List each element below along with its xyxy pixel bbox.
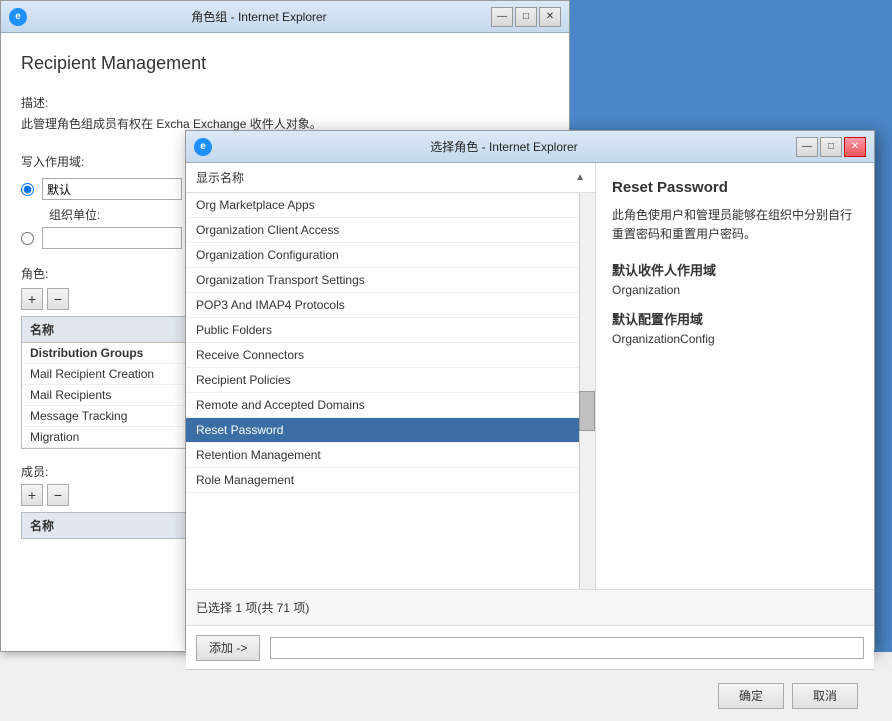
status-bar: 已选择 1 项(共 71 项)	[186, 589, 874, 625]
bg-ie-icon: e	[9, 8, 27, 26]
page-title: Recipient Management	[21, 53, 549, 74]
fg-close-button[interactable]: ✕	[844, 137, 866, 157]
fg-maximize-button[interactable]: □	[820, 137, 842, 157]
remove-member-button[interactable]: −	[47, 484, 69, 506]
list-item-org-config[interactable]: Organization Configuration	[186, 243, 595, 268]
fg-left-panel: 显示名称 ▲ Org Marketplace Apps Organization…	[186, 163, 596, 589]
col-header-label: 显示名称	[196, 169, 575, 186]
list-scrollbar[interactable]	[579, 193, 595, 589]
add-button[interactable]: 添加 ->	[196, 635, 260, 661]
desc-label: 描述:	[21, 94, 549, 111]
list-item-org-marketplace[interactable]: Org Marketplace Apps	[186, 193, 595, 218]
fg-minimize-button[interactable]: —	[796, 137, 818, 157]
fg-window-title: 选择角色 - Internet Explorer	[212, 138, 796, 155]
add-input[interactable]	[270, 637, 864, 659]
list-item-recipient-policies[interactable]: Recipient Policies	[186, 368, 595, 393]
default-recipient-scope-value: Organization	[612, 283, 858, 297]
fg-right-panel: Reset Password 此角色使用户和管理员能够在组织中分别自行重置密码和…	[596, 163, 874, 589]
fg-ie-icon: e	[194, 138, 212, 156]
status-text: 已选择 1 项(共 71 项)	[196, 599, 309, 616]
cancel-button[interactable]: 取消	[792, 683, 858, 709]
list-item-reset-password[interactable]: Reset Password	[186, 418, 595, 443]
confirm-button[interactable]: 确定	[718, 683, 784, 709]
list-item-role-management[interactable]: Role Management	[186, 468, 595, 493]
bg-maximize-button[interactable]: □	[515, 7, 537, 27]
list-item-retention[interactable]: Retention Management	[186, 443, 595, 468]
add-role-button[interactable]: +	[21, 288, 43, 310]
fg-titlebar-controls: — □ ✕	[796, 137, 866, 157]
scroll-thumb[interactable]	[579, 391, 595, 431]
default-recipient-scope-label: 默认收件人作用域	[612, 260, 858, 279]
list-item-pop3[interactable]: POP3 And IMAP4 Protocols	[186, 293, 595, 318]
add-member-button[interactable]: +	[21, 484, 43, 506]
bg-titlebar-controls: — □ ✕	[491, 7, 561, 27]
fg-list[interactable]: Org Marketplace Apps Organization Client…	[186, 193, 595, 589]
default-config-scope-label: 默认配置作用域	[612, 309, 858, 328]
org-input[interactable]	[42, 227, 182, 249]
add-row: 添加 ->	[186, 625, 874, 669]
fg-col-header: 显示名称 ▲	[186, 163, 595, 193]
sort-icon: ▲	[575, 172, 585, 183]
remove-role-button[interactable]: −	[47, 288, 69, 310]
default-config-scope-value: OrganizationConfig	[612, 332, 858, 346]
detail-desc: 此角色使用户和管理员能够在组织中分别自行重置密码和重置用户密码。	[612, 206, 858, 244]
bg-minimize-button[interactable]: —	[491, 7, 513, 27]
list-item-org-transport[interactable]: Organization Transport Settings	[186, 268, 595, 293]
default-input[interactable]	[42, 178, 182, 200]
list-item-receive-connectors[interactable]: Receive Connectors	[186, 343, 595, 368]
bg-close-button[interactable]: ✕	[539, 7, 561, 27]
org-radio[interactable]	[21, 232, 34, 245]
bg-window-title: 角色组 - Internet Explorer	[27, 8, 491, 25]
list-item-remote-domains[interactable]: Remote and Accepted Domains	[186, 393, 595, 418]
fg-titlebar: e 选择角色 - Internet Explorer — □ ✕	[186, 131, 874, 163]
bg-titlebar: e 角色组 - Internet Explorer — □ ✕	[1, 1, 569, 33]
fg-main-area: 显示名称 ▲ Org Marketplace Apps Organization…	[186, 163, 874, 589]
dialog-buttons: 确定 取消	[186, 669, 874, 721]
default-radio[interactable]	[21, 183, 34, 196]
list-item-org-client[interactable]: Organization Client Access	[186, 218, 595, 243]
detail-title: Reset Password	[612, 179, 858, 196]
select-role-dialog: e 选择角色 - Internet Explorer — □ ✕ 显示名称 ▲ …	[185, 130, 875, 650]
list-item-public-folders[interactable]: Public Folders	[186, 318, 595, 343]
